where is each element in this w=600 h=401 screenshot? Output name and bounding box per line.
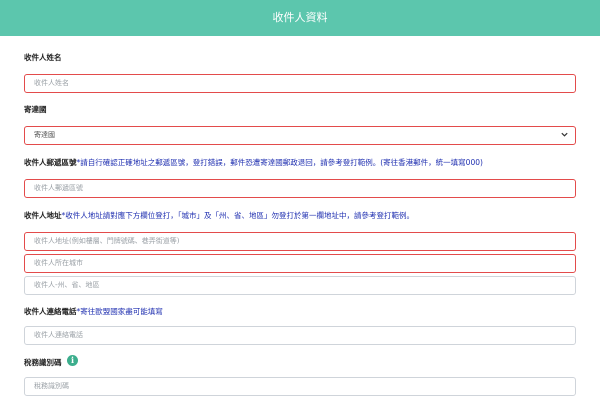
city-placeholder: 收件人所在城市 (34, 259, 83, 267)
tax-id-input[interactable]: 稅務識別碼 (24, 377, 576, 396)
phone-label-text: 收件人連絡電話 (24, 307, 77, 316)
recipient-name-label: 收件人姓名 (24, 53, 62, 62)
phone-label: 收件人連絡電話*寄往歐盟國家盡可能填寫 (24, 306, 163, 317)
phone-note: *寄往歐盟國家盡可能填寫 (76, 307, 163, 316)
phone-input[interactable]: 收件人連絡電話 (24, 326, 576, 345)
postal-code-input[interactable]: 收件人郵遞區號 (24, 179, 576, 198)
address-note: *收件人地址請對應下方欄位登打，「城市」及「州、省、地區」勿登打於第一欄地址中，… (61, 211, 415, 220)
postal-code-placeholder: 收件人郵遞區號 (34, 184, 83, 192)
address-line1-placeholder: 收件人地址(例如樓層、門牌號碼、巷弄街道等) (34, 237, 180, 245)
country-select-value: 寄達國 (34, 131, 55, 139)
tax-id-placeholder: 稅務識別碼 (34, 382, 69, 390)
postal-code-label-text: 收件人郵遞區號 (24, 158, 77, 167)
address-line1-input[interactable]: 收件人地址(例如樓層、門牌號碼、巷弄街道等) (24, 232, 576, 251)
country-label: 寄達國 (24, 105, 47, 114)
city-input[interactable]: 收件人所在城市 (24, 254, 576, 273)
recipient-name-input[interactable]: 收件人姓名 (24, 74, 576, 93)
recipient-name-placeholder: 收件人姓名 (34, 79, 69, 87)
state-placeholder: 收件人-州、省、地區 (34, 281, 100, 289)
page-title: 收件人資料 (272, 11, 328, 24)
tax-id-label: 稅務識別碼 (24, 358, 62, 367)
address-label-text: 收件人地址 (24, 211, 62, 220)
address-label: 收件人地址*收件人地址請對應下方欄位登打，「城市」及「州、省、地區」勿登打於第一… (24, 210, 414, 221)
info-icon[interactable]: i (67, 355, 78, 366)
country-select[interactable]: 寄達國 (24, 126, 576, 145)
chevron-down-icon (561, 132, 568, 137)
postal-code-label: 收件人郵遞區號*請自行確認正確地址之郵遞區號，登打錯誤，郵件恐遭寄達國郵政退回，… (24, 157, 483, 168)
postal-code-note: *請自行確認正確地址之郵遞區號，登打錯誤，郵件恐遭寄達國郵政退回，請參考登打範例… (76, 158, 483, 167)
page-header: 收件人資料 (0, 0, 600, 36)
phone-placeholder: 收件人連絡電話 (34, 331, 83, 339)
state-input[interactable]: 收件人-州、省、地區 (24, 276, 576, 295)
